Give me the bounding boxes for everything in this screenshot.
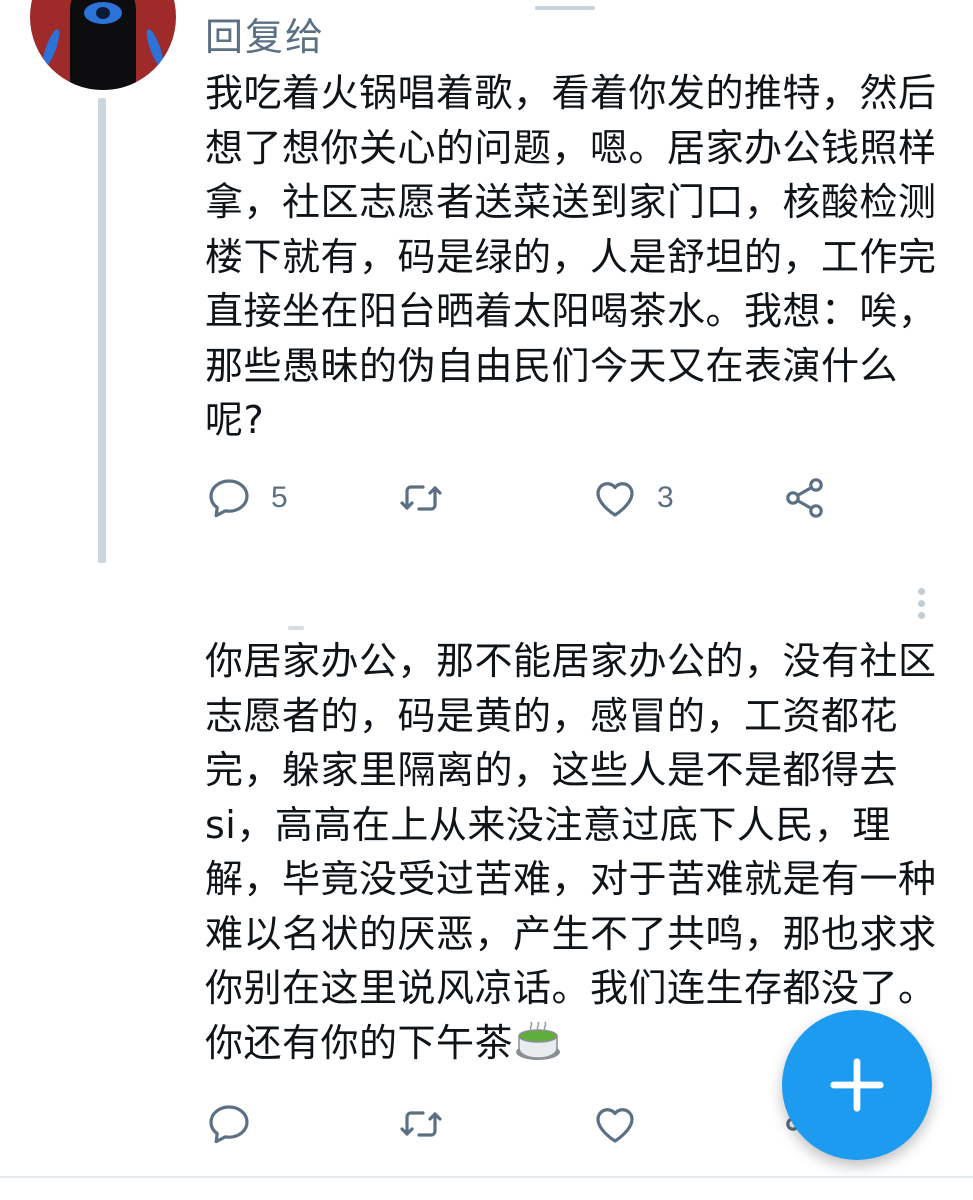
tweet-1-action-bar: 5 3 <box>205 470 845 526</box>
divider <box>0 1176 973 1178</box>
tweet-1-text: 我吃着火锅唱着歌，看着你发的推特，然后想了想你关心的问题，嗯。居家办公钱照样拿，… <box>205 71 937 442</box>
reply-to-label[interactable]: 回复给 <box>205 6 325 61</box>
share-icon <box>786 478 823 518</box>
tweet-1-reply-button[interactable]: 5 <box>205 470 288 526</box>
clipped-content-fragment-2 <box>288 626 304 630</box>
retweet-icon <box>400 1111 442 1137</box>
heart-icon <box>596 482 634 517</box>
green-tea-emoji-icon <box>516 1021 561 1060</box>
thread-connector-line <box>98 98 106 563</box>
tweet-1-like-button[interactable]: 3 <box>591 470 674 526</box>
tweet-2-text-body: 你居家办公，那不能居家办公的，没有社区志愿者的，码是黄的，感冒的，工资都花完，躲… <box>205 639 937 1065</box>
compose-tweet-button[interactable] <box>782 1010 932 1160</box>
tweet-2-text: 你居家办公，那不能居家办公的，没有社区志愿者的，码是黄的，感冒的，工资都花完，躲… <box>205 634 945 1070</box>
clipped-content-fragment <box>535 6 595 10</box>
comment-bubble-icon <box>209 479 249 518</box>
user-avatar[interactable] <box>30 0 176 90</box>
avatar-eye <box>96 7 110 19</box>
tweet-1-reply-count: 5 <box>271 481 288 514</box>
heart-icon <box>596 1108 634 1143</box>
tweet-1-like-count: 3 <box>657 481 674 514</box>
tweet-2-reply-button[interactable] <box>205 1096 271 1152</box>
avatar-decoration-right <box>143 27 167 69</box>
tweet-2-retweet-button[interactable] <box>397 1096 463 1152</box>
plus-icon <box>830 1058 884 1112</box>
more-vertical-icon[interactable] <box>910 588 932 624</box>
tweet-1-share-button[interactable] <box>781 470 829 526</box>
retweet-icon <box>400 485 442 511</box>
avatar-decoration-left <box>39 27 63 69</box>
twitter-thread-screen: 回复给 我吃着火锅唱着歌，看着你发的推特，然后想了想你关心的问题，嗯。居家办公钱… <box>0 0 973 1200</box>
comment-bubble-icon <box>209 1105 249 1144</box>
tweet-2-like-button[interactable] <box>591 1096 657 1152</box>
tweet-2-action-bar <box>205 1096 845 1152</box>
tweet-1-retweet-button[interactable] <box>397 470 463 526</box>
